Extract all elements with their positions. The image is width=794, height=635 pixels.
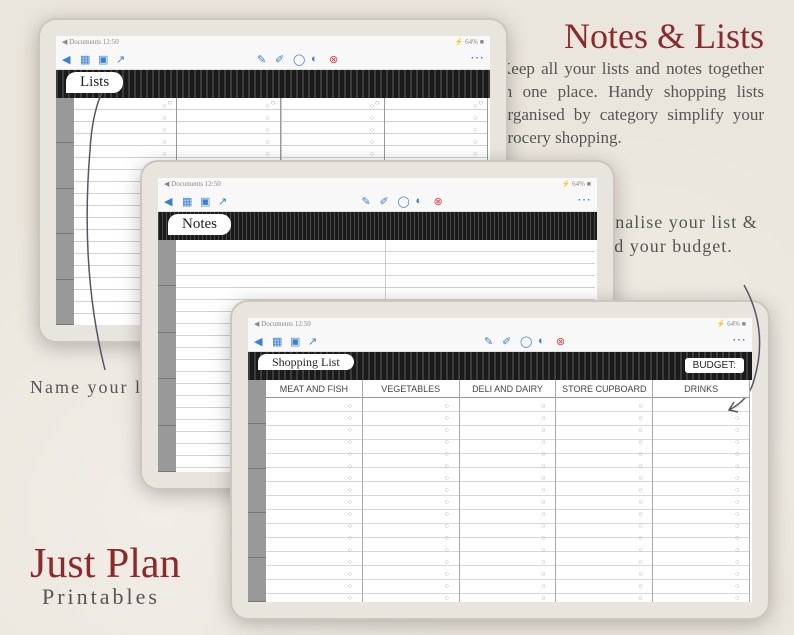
col-header-drinks: DRINKS (653, 380, 750, 397)
side-tabs (248, 380, 266, 602)
side-tab[interactable] (248, 424, 266, 468)
share-icon[interactable]: ↗ (218, 195, 230, 207)
app-toolbar: ◀ ▦ ▣ ↗ ✎ ✐ ◯ ◐ ⊗ ⋯ (248, 330, 752, 352)
toolbar-right: ⋯ (470, 55, 484, 62)
status-right: ⚡ 64% ■ (562, 180, 591, 188)
side-tab[interactable] (248, 469, 266, 513)
shopping-column: ○ ○ ○ ○ ○ ○ ○ ○ ○ ○ ○ ○ ○ ○ ○ ○ ○ ○ (460, 398, 557, 602)
shopping-column: ○ ○ ○ ○ ○ ○ ○ ○ ○ ○ ○ ○ ○ ○ ○ ○ ○ ○ (653, 398, 750, 602)
toolbar-center: ✎ ✐ ◯ ◐ ⊗ (257, 53, 341, 65)
back-icon[interactable]: ◀ (254, 335, 266, 347)
brand-name-bottom: Printables (42, 584, 181, 610)
status-left: ◀ Documents 12:50 (254, 320, 311, 328)
status-right: ⚡ 64% ■ (455, 38, 484, 46)
col-header-meat: MEAT AND FISH (266, 380, 363, 397)
lasso-icon[interactable]: ◐ (416, 195, 428, 207)
brand-name-top: Just Plan (30, 546, 181, 584)
side-tab[interactable] (248, 380, 266, 424)
lasso-icon[interactable]: ◐ (538, 335, 550, 347)
pen-icon[interactable]: ✎ (257, 53, 269, 65)
shopping-column: ○ ○ ○ ○ ○ ○ ○ ○ ○ ○ ○ ○ ○ ○ ○ ○ ○ ○ (556, 398, 653, 602)
close-tool-icon[interactable]: ⊗ (329, 53, 341, 65)
col-header-cupboard: STORE CUPBOARD (556, 380, 653, 397)
grid-icon[interactable]: ▦ (272, 335, 284, 347)
side-tabs (158, 240, 176, 472)
highlighter-icon[interactable]: ✐ (502, 335, 514, 347)
status-left: ◀ Documents 12:50 (62, 38, 119, 46)
side-tab[interactable] (158, 426, 176, 472)
side-tab[interactable] (56, 143, 74, 188)
side-tab[interactable] (158, 379, 176, 425)
highlighter-icon[interactable]: ✐ (275, 53, 287, 65)
arrow-personalise (714, 280, 774, 420)
toolbar-center: ✎ ✐ ◯ ◐ ⊗ (484, 335, 568, 347)
side-tab[interactable] (158, 240, 176, 286)
back-icon[interactable]: ◀ (164, 195, 176, 207)
notes-page-label: Notes (168, 214, 231, 235)
status-bar: ◀ Documents 12:50 ⚡ 64% ■ (158, 178, 597, 190)
col-header-deli: DELI AND DAIRY (460, 380, 557, 397)
status-bar: ◀ Documents 12:50 ⚡ 64% ■ (248, 318, 752, 330)
grid-icon[interactable]: ▦ (182, 195, 194, 207)
shopping-body: ○ ○ ○ ○ ○ ○ ○ ○ ○ ○ ○ ○ ○ ○ ○ ○ ○ ○ ○ ○ … (266, 398, 750, 602)
eraser-icon[interactable]: ◯ (520, 335, 532, 347)
status-left: ◀ Documents 12:50 (164, 180, 221, 188)
close-tool-icon[interactable]: ⊗ (434, 195, 446, 207)
shopping-column: ○ ○ ○ ○ ○ ○ ○ ○ ○ ○ ○ ○ ○ ○ ○ ○ ○ ○ (363, 398, 460, 602)
grid-icon[interactable]: ▦ (80, 53, 92, 65)
select-icon[interactable]: ▣ (290, 335, 302, 347)
pen-icon[interactable]: ✎ (362, 195, 374, 207)
shopping-columns-header: MEAT AND FISH VEGETABLES DELI AND DAIRY … (266, 380, 750, 398)
lasso-icon[interactable]: ◐ (311, 53, 323, 65)
shopping-page-label: Shopping List (258, 354, 354, 370)
side-tab[interactable] (56, 189, 74, 234)
highlighter-icon[interactable]: ✐ (380, 195, 392, 207)
side-tab[interactable] (158, 286, 176, 332)
page-title: Notes & Lists (564, 15, 764, 57)
arrow-name-lists (75, 70, 135, 380)
side-tabs (56, 98, 74, 325)
side-tab[interactable] (248, 558, 266, 602)
tablet-shopping: ◀ Documents 12:50 ⚡ 64% ■ ◀ ▦ ▣ ↗ ✎ ✐ ◯ … (230, 300, 770, 620)
tablet-screen: ◀ Documents 12:50 ⚡ 64% ■ ◀ ▦ ▣ ↗ ✎ ✐ ◯ … (248, 318, 752, 602)
eraser-icon[interactable]: ◯ (293, 53, 305, 65)
share-icon[interactable]: ↗ (116, 53, 128, 65)
side-tab[interactable] (158, 333, 176, 379)
budget-field[interactable]: BUDGET: (685, 358, 744, 373)
pen-icon[interactable]: ✎ (484, 335, 496, 347)
back-icon[interactable]: ◀ (62, 53, 74, 65)
eraser-icon[interactable]: ◯ (398, 195, 410, 207)
description-text: Keep all your lists and notes together i… (499, 58, 764, 150)
toolbar-center: ✎ ✐ ◯ ◐ ⊗ (362, 195, 446, 207)
share-icon[interactable]: ↗ (308, 335, 320, 347)
side-tab[interactable] (56, 280, 74, 325)
more-icon[interactable]: ⋯ (470, 55, 484, 62)
close-tool-icon[interactable]: ⊗ (556, 335, 568, 347)
shopping-column: ○ ○ ○ ○ ○ ○ ○ ○ ○ ○ ○ ○ ○ ○ ○ ○ ○ ○ (266, 398, 363, 602)
toolbar-left: ◀ ▦ ▣ ↗ (254, 335, 320, 347)
more-icon[interactable]: ⋯ (577, 197, 591, 204)
side-tab[interactable] (56, 98, 74, 143)
app-toolbar: ◀ ▦ ▣ ↗ ✎ ✐ ◯ ◐ ⊗ ⋯ (158, 190, 597, 212)
status-bar: ◀ Documents 12:50 ⚡ 64% ■ (56, 36, 490, 48)
lists-page-label: Lists (66, 72, 123, 93)
toolbar-left: ◀ ▦ ▣ ↗ (164, 195, 230, 207)
select-icon[interactable]: ▣ (98, 53, 110, 65)
col-header-vegetables: VEGETABLES (363, 380, 460, 397)
planner-shopping-page: Shopping List BUDGET: MEAT AND FISH VEGE… (248, 352, 752, 602)
select-icon[interactable]: ▣ (200, 195, 212, 207)
app-toolbar: ◀ ▦ ▣ ↗ ✎ ✐ ◯ ◐ ⊗ ⋯ (56, 48, 490, 70)
side-tab[interactable] (248, 513, 266, 557)
side-tab[interactable] (56, 234, 74, 279)
brand-logo: Just Plan Printables (30, 546, 181, 610)
toolbar-right: ⋯ (577, 197, 591, 204)
toolbar-left: ◀ ▦ ▣ ↗ (62, 53, 128, 65)
